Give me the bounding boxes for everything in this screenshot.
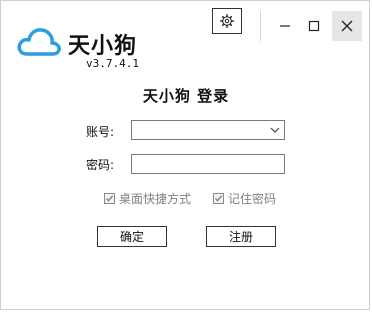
remember-password-checkbox[interactable]: 记住密码 [213, 190, 276, 206]
password-input[interactable] [131, 154, 285, 174]
confirm-button[interactable]: 确定 [97, 226, 167, 247]
register-button[interactable]: 注册 [206, 226, 276, 247]
remember-password-label: 记住密码 [228, 191, 277, 206]
desktop-shortcut-checkbox[interactable]: 桌面快捷方式 [104, 190, 191, 206]
account-label: 账号: [86, 125, 115, 139]
checkbox-box[interactable] [104, 192, 115, 204]
gear-icon [220, 14, 234, 28]
desktop-shortcut-label: 桌面快捷方式 [119, 191, 192, 206]
close-button[interactable] [332, 11, 362, 41]
cloud-logo-icon [17, 28, 61, 56]
login-title: 天小狗 登录 [142, 87, 230, 105]
brand-panel: 天小狗 v3.7.4.1 [6, 6, 242, 70]
login-window: 天小狗 v3.7.4.1 天小狗 登录 账号: 密码: 桌面快捷方式 记住密码 … [0, 0, 370, 310]
settings-button[interactable] [212, 8, 242, 34]
checkbox-box[interactable] [213, 192, 224, 204]
version-label: v3.7.4.1 [86, 57, 139, 70]
checkmark-icon [106, 194, 114, 202]
close-icon [341, 20, 353, 32]
brand-name: 天小狗 [68, 34, 138, 59]
minimize-icon [280, 25, 290, 27]
checkmark-icon [215, 194, 223, 202]
password-label: 密码: [86, 158, 115, 172]
maximize-icon [308, 20, 320, 32]
minimize-button[interactable] [271, 11, 299, 41]
titlebar-divider [260, 11, 261, 41]
account-combobox[interactable] [131, 120, 285, 140]
chevron-down-icon[interactable] [270, 125, 280, 135]
maximize-button[interactable] [300, 11, 328, 41]
